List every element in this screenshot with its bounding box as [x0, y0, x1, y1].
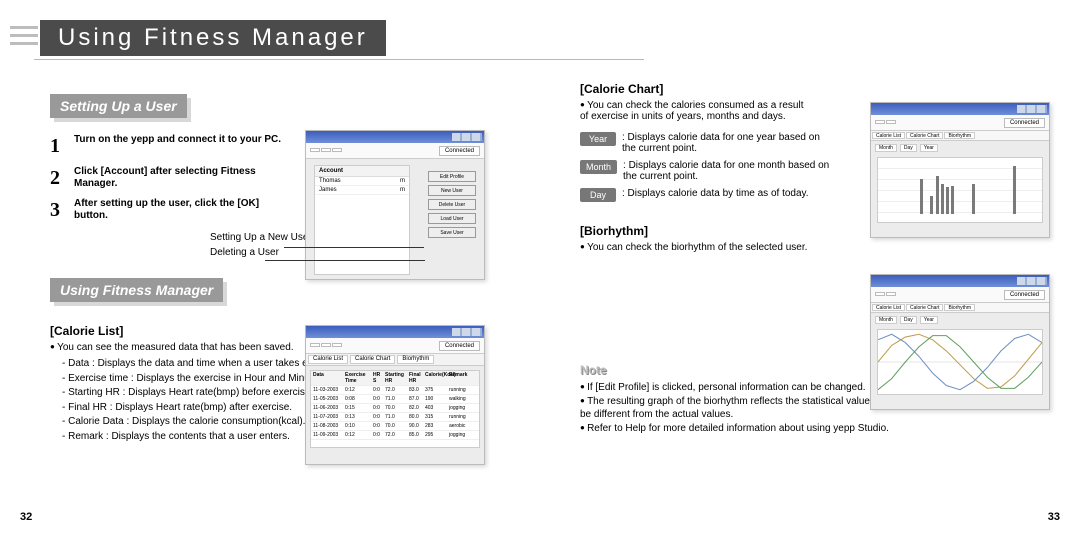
section-using-fitness-manager: Using Fitness Manager: [50, 278, 223, 302]
page-title: Using Fitness Manager: [40, 20, 386, 56]
calorie-chart-head: [Calorie Chart]: [580, 82, 1040, 96]
calorie-chart-lead: You can check the calories consumed as a…: [580, 100, 810, 122]
masthead: Using Fitness Manager: [10, 20, 540, 54]
step-text: Click [Account] after selecting Fitness …: [74, 166, 294, 190]
tag-year: Year: [580, 132, 616, 146]
step-text: After setting up the user, click the [OK…: [74, 198, 294, 222]
screenshot-calorie-chart: Connected Calorie List Calorie Chart Bio…: [870, 102, 1050, 238]
account-side-buttons: Edit Profile New User Delete User Load U…: [428, 171, 476, 238]
screenshot-biorhythm: Connected Calorie List Calorie Chart Bio…: [870, 274, 1050, 410]
page-number-right: 33: [1048, 511, 1060, 523]
step-text: Turn on the yepp and connect it to your …: [74, 134, 294, 146]
step-num: 3: [50, 198, 66, 222]
biorhythm-lead: You can check the biorhythm of the selec…: [580, 242, 810, 253]
step-num: 1: [50, 134, 66, 158]
screenshot-account: Connected Account Thomasm Jamesm Edit Pr…: [305, 130, 485, 280]
section-setting-up-user: Setting Up a User: [50, 94, 187, 118]
screenshot-calorie-list: Connected Calorie List Calorie Chart Bio…: [305, 325, 485, 465]
step-num: 2: [50, 166, 66, 190]
tag-day: Day: [580, 188, 616, 202]
term-table: Year : Displays calorie data for one yea…: [580, 132, 830, 202]
page-number-left: 32: [20, 511, 32, 523]
tag-month: Month: [580, 160, 617, 174]
